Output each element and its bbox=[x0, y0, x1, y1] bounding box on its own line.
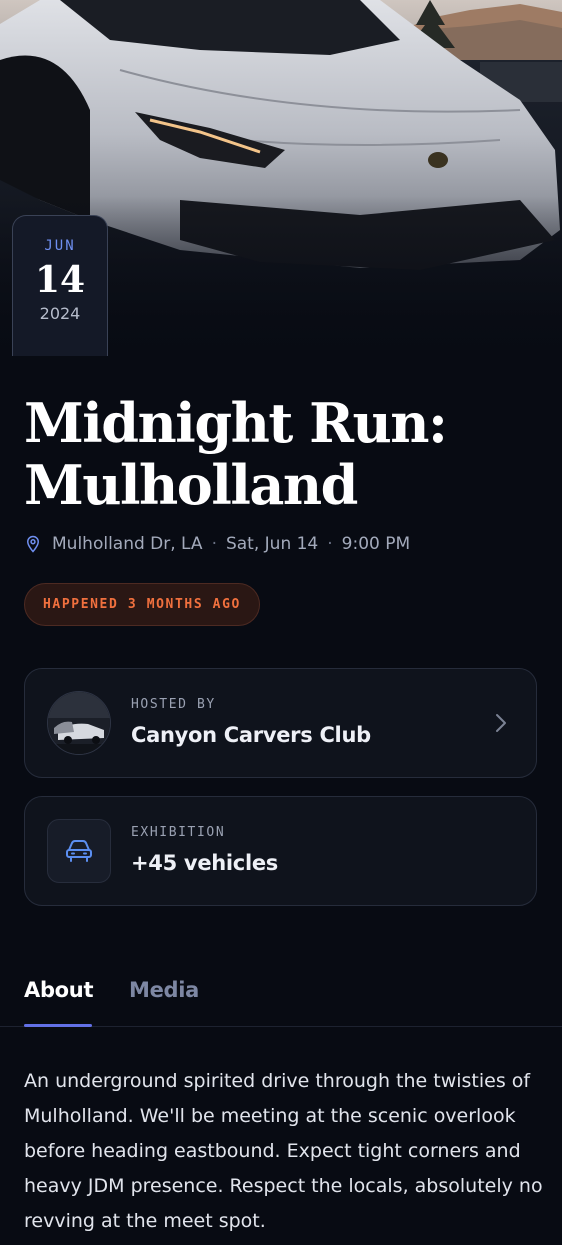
exhibition-card: EXHIBITION +45 vehicles bbox=[24, 796, 537, 906]
map-pin-icon bbox=[26, 535, 40, 553]
event-time: 9:00 PM bbox=[341, 534, 411, 554]
host-avatar bbox=[47, 691, 111, 755]
tab-bar: About Media bbox=[0, 960, 562, 1027]
event-title: Midnight Run: Mulholland bbox=[24, 391, 448, 517]
event-date-badge: JUN 14 2024 bbox=[12, 215, 108, 356]
host-card[interactable]: HOSTED BY Canyon Carvers Club bbox=[24, 668, 537, 778]
exhibition-count: +45 vehicles bbox=[131, 851, 278, 875]
event-location[interactable]: Mulholland Dr, LA bbox=[52, 534, 203, 554]
event-date-month: JUN bbox=[44, 238, 76, 254]
exhibition-icon-box bbox=[47, 819, 111, 883]
meta-separator: · bbox=[327, 534, 333, 554]
event-date-year: 2024 bbox=[39, 304, 81, 323]
hero-image: JUN 14 2024 bbox=[0, 0, 562, 356]
event-meta: Mulholland Dr, LA · Sat, Jun 14 · 9:00 P… bbox=[24, 532, 410, 556]
host-name[interactable]: Canyon Carvers Club bbox=[131, 723, 371, 747]
chevron-right-icon[interactable] bbox=[494, 711, 508, 735]
tab-about[interactable]: About bbox=[24, 978, 94, 1002]
exhibition-label: EXHIBITION bbox=[131, 825, 226, 840]
car-icon bbox=[66, 840, 92, 862]
event-day: Sat, Jun 14 bbox=[225, 534, 319, 554]
status-badge: HAPPENED 3 MONTHS AGO bbox=[24, 583, 260, 626]
tab-media[interactable]: Media bbox=[129, 978, 199, 1002]
about-description: An underground spirited drive through th… bbox=[24, 1070, 543, 1232]
event-date-day: 14 bbox=[34, 259, 86, 301]
host-label: HOSTED BY bbox=[131, 697, 216, 712]
meta-separator: · bbox=[211, 534, 217, 554]
active-tab-indicator bbox=[24, 1024, 92, 1027]
